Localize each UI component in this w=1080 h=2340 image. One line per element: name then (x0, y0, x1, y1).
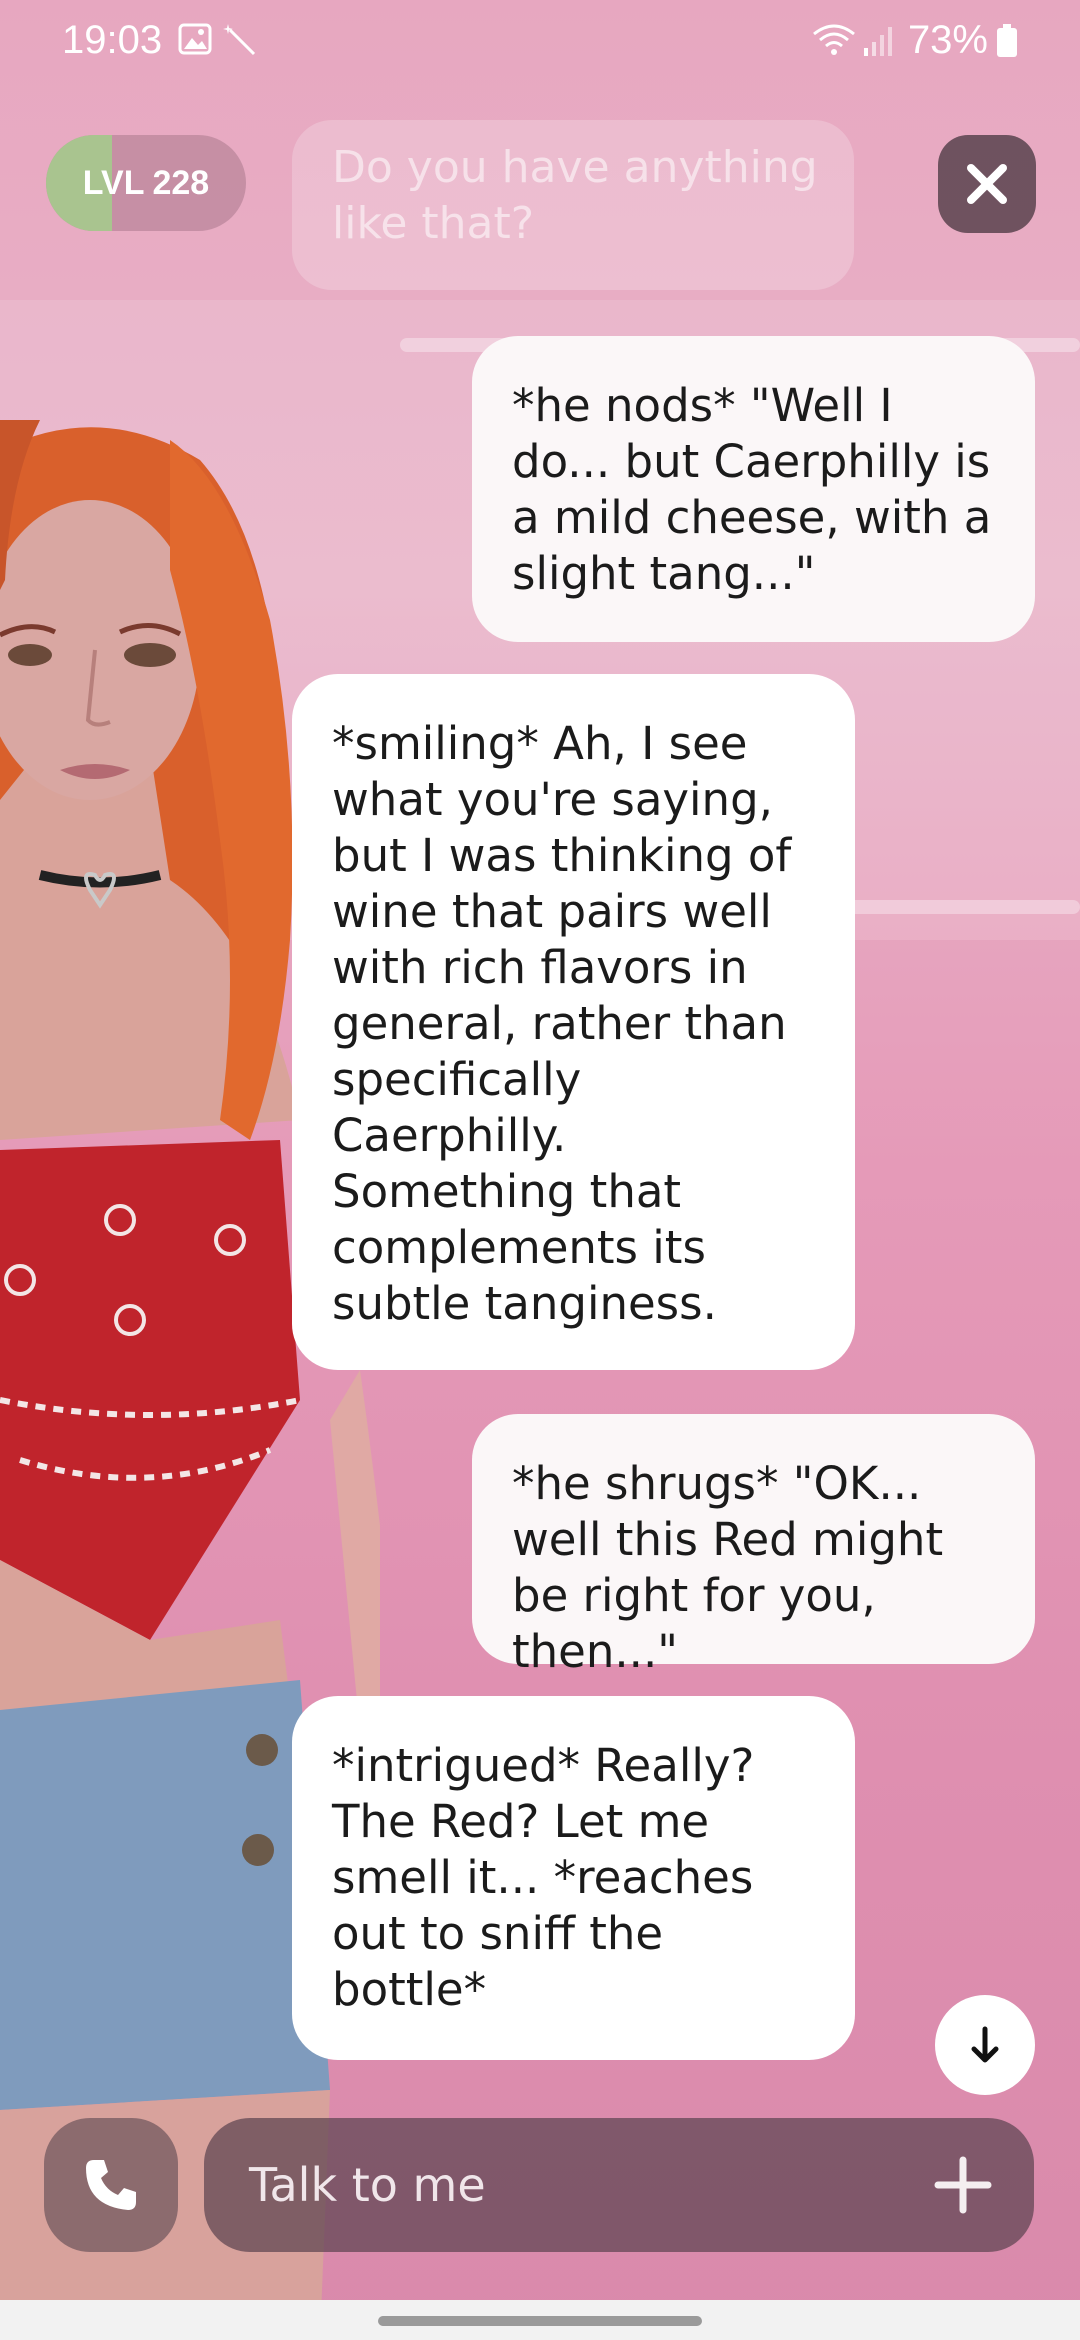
call-button[interactable] (44, 2118, 178, 2252)
magic-wand-icon (222, 22, 258, 62)
image-icon (178, 22, 212, 60)
plus-icon[interactable] (932, 2154, 994, 2216)
level-value: 228 (152, 163, 210, 202)
arrow-down-icon (971, 2026, 999, 2063)
bot-message-bubble: *smiling* Ah, I see what you're saying, … (292, 674, 855, 1370)
level-badge[interactable]: LVL 228 (46, 135, 246, 231)
message-text: *he nods* "Well I do... but Caerphilly i… (512, 379, 992, 600)
close-button[interactable] (938, 135, 1036, 233)
phone-icon (86, 2160, 136, 2210)
chat-input-placeholder: Talk to me (249, 2158, 486, 2212)
signal-icon (862, 22, 896, 62)
level-label: LVL (82, 163, 145, 202)
message-text: *smiling* Ah, I see what you're saying, … (332, 717, 792, 1330)
user-message-bubble: *he shrugs* "OK... well this Red might b… (472, 1414, 1035, 1678)
faded-message-bubble: Do you have anything like that? (292, 120, 854, 290)
battery-percent: 73% (907, 18, 988, 62)
battery-icon (996, 24, 1018, 62)
message-text: *he shrugs* "OK... well this Red might b… (512, 1457, 944, 1678)
home-indicator[interactable] (378, 2316, 702, 2326)
chat-input[interactable]: Talk to me (204, 2118, 1034, 2252)
bot-message-bubble: *intrigued* Really? The Red? Let me smel… (292, 1696, 855, 2060)
close-icon (967, 164, 1007, 204)
background-shelf (840, 900, 1080, 914)
system-nav-bar (0, 2300, 1080, 2340)
status-time: 19:03 (62, 18, 163, 62)
scroll-to-bottom-button[interactable] (935, 1995, 1035, 2095)
status-bar: 19:03 73% (0, 0, 1080, 80)
faded-message-text: Do you have anything like that? (332, 142, 818, 249)
message-text: *intrigued* Really? The Red? Let me smel… (332, 1739, 755, 2016)
wifi-icon (812, 22, 856, 62)
user-message-bubble: *he nods* "Well I do... but Caerphilly i… (472, 336, 1035, 642)
